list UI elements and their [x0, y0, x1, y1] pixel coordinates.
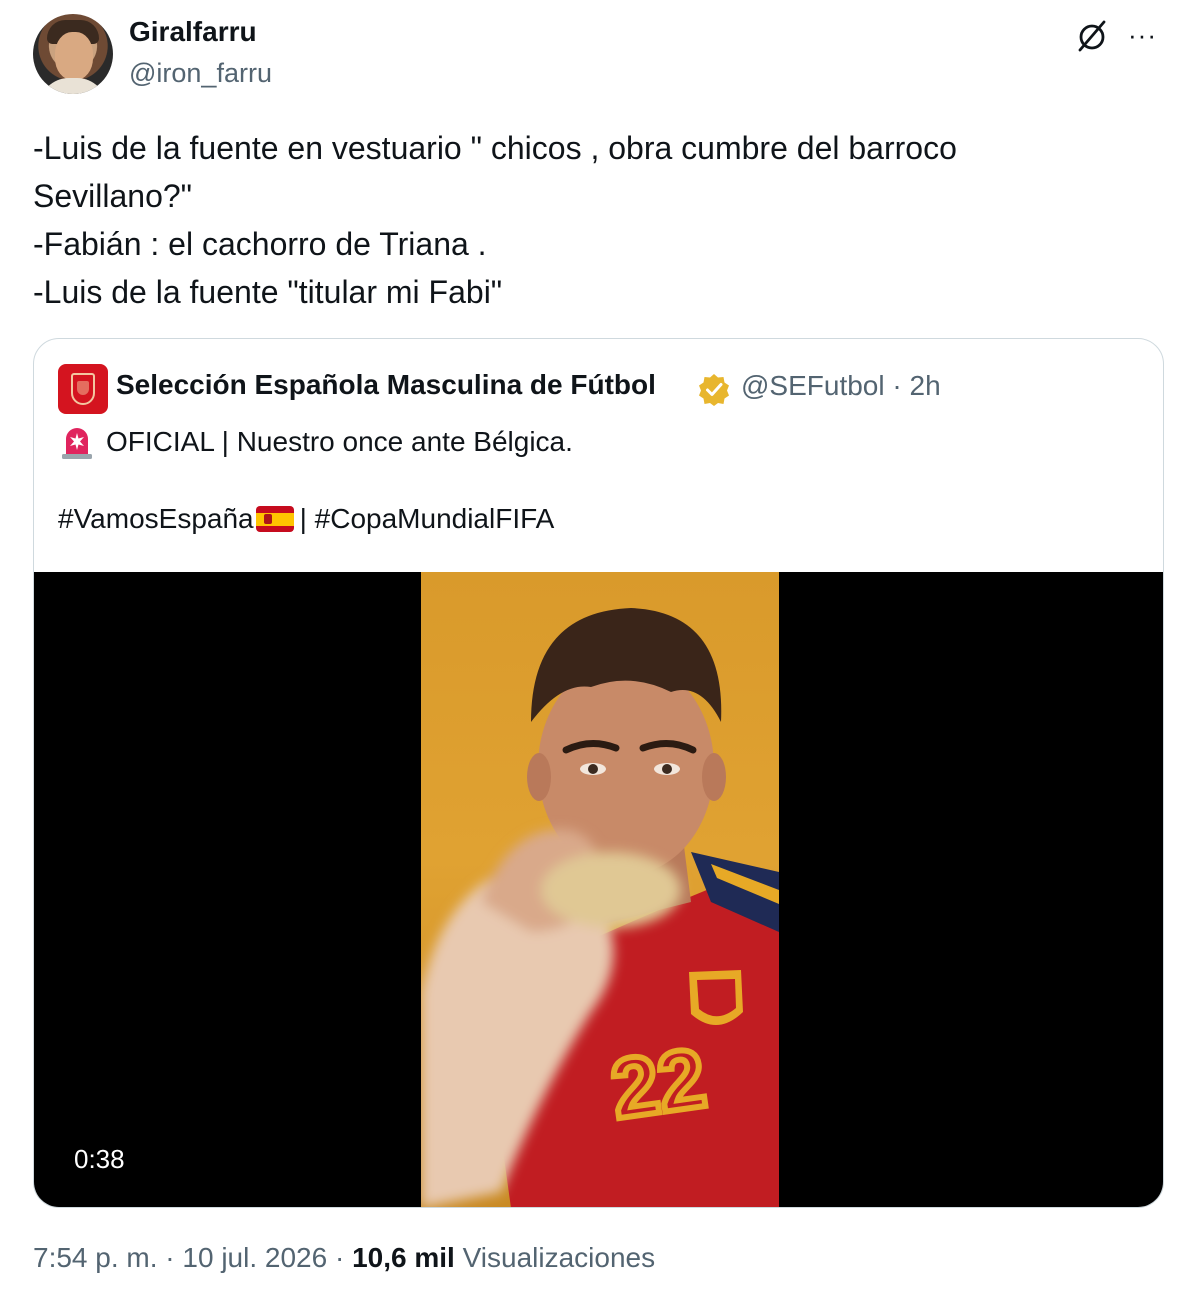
separator-dot: · [334, 1242, 345, 1273]
avatar-face [55, 32, 93, 80]
avatar-shirt [39, 78, 107, 94]
verified-badge-icon [699, 374, 729, 406]
author-avatar[interactable] [33, 14, 113, 94]
quote-author-handle[interactable]: @SEFutbol [741, 370, 885, 401]
rotating-light-icon [62, 428, 92, 459]
video-thumbnail: 22 [421, 572, 779, 1207]
crest-icon [71, 373, 95, 405]
tweet-date[interactable]: 10 jul. 2026 [182, 1242, 327, 1273]
video-player[interactable]: 22 0:38 [34, 572, 1163, 1207]
author-handle[interactable]: @iron_farru [129, 58, 272, 89]
separator-dot: · [165, 1242, 175, 1273]
svg-text:22: 22 [606, 1030, 712, 1136]
tweet-line: -Luis de la fuente "titular mi Fabi" [33, 274, 503, 310]
quoted-tweet-card[interactable]: Selección Española Masculina de Fútbol @… [33, 338, 1164, 1208]
tweet-time[interactable]: 7:54 p. m. [33, 1242, 158, 1273]
quote-line1-text: OFICIAL | Nuestro once ante Bélgica. [106, 426, 573, 457]
tweet-meta: 7:54 p. m. · 10 jul. 2026 · 10,6 mil Vis… [33, 1242, 655, 1274]
tweet-line: -Luis de la fuente en vestuario " chicos… [33, 130, 957, 166]
quote-text-line: OFICIAL | Nuestro once ante Bélgica. [58, 423, 573, 461]
player-photo: 22 [421, 608, 779, 1207]
quote-author-name[interactable]: Selección Española Masculina de Fútbol [116, 369, 656, 401]
separator-dot: · [892, 370, 902, 401]
tweet-line: -Fabián : el cachorro de Triana . [33, 226, 487, 262]
quote-author-avatar[interactable] [58, 364, 108, 414]
author-display-name[interactable]: Giralfarru [129, 16, 257, 48]
quote-time[interactable]: 2h [910, 370, 941, 401]
tweet-line: Sevillano?" [33, 178, 193, 214]
video-duration: 0:38 [74, 1144, 125, 1174]
views-label[interactable]: Visualizaciones [463, 1242, 656, 1273]
quote-handle-time: @SEFutbol · 2h [741, 370, 941, 402]
tweet-text: -Luis de la fuente en vestuario " chicos… [33, 124, 1153, 316]
hashtag-copa-mundial[interactable]: | #CopaMundialFIFA [300, 503, 555, 535]
grok-icon[interactable] [1074, 18, 1110, 54]
hashtag-vamos-espana[interactable]: #VamosEspaña [58, 503, 254, 535]
views-count: 10,6 mil [352, 1242, 455, 1273]
more-options-icon[interactable]: ··· [1128, 20, 1164, 50]
quote-hashtags: #VamosEspaña | #CopaMundialFIFA [58, 503, 554, 535]
spain-flag-icon [255, 506, 294, 532]
